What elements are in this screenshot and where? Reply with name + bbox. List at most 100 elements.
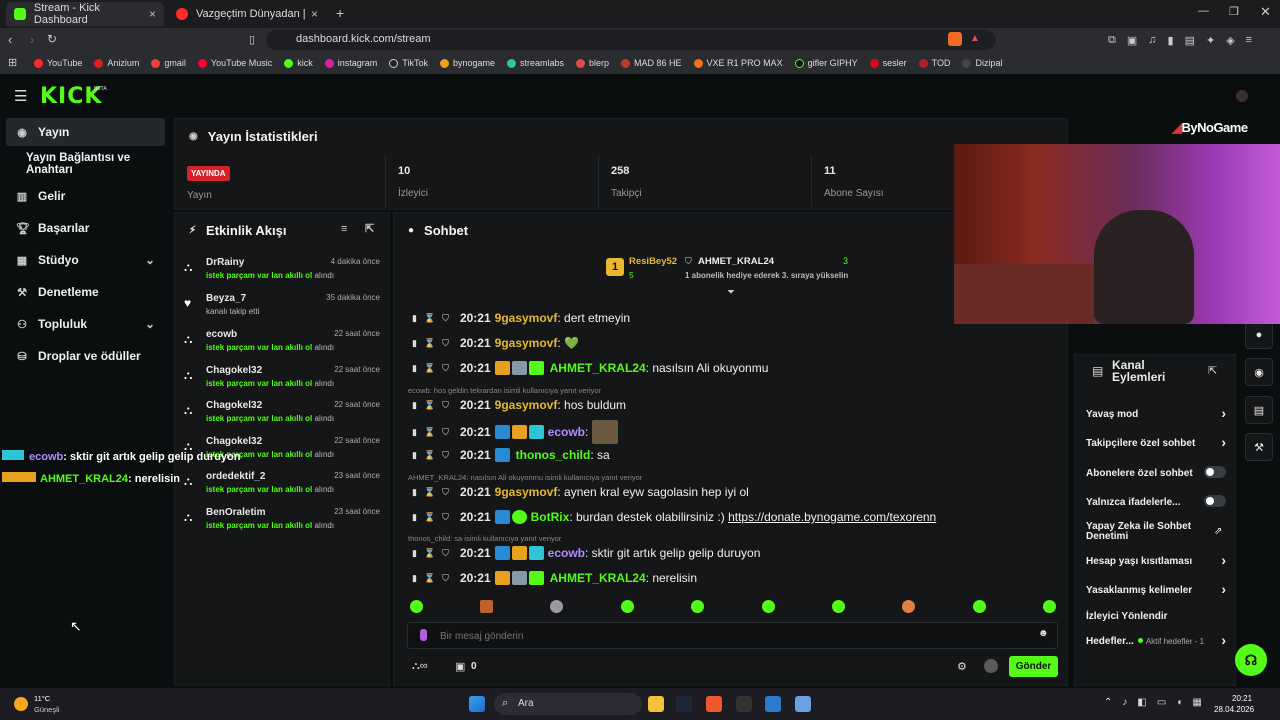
clock-time[interactable]: 20:21 bbox=[1232, 694, 1252, 703]
brave-browser-icon[interactable] bbox=[706, 696, 722, 712]
extension-icon[interactable]: ⧉ bbox=[1108, 34, 1116, 47]
app-icon[interactable] bbox=[795, 696, 811, 712]
reply-context[interactable]: thonos_child: sa isimli kullanıcıya yanı… bbox=[408, 534, 561, 543]
taskbar-search[interactable]: ⌕ Ara bbox=[494, 693, 642, 715]
action-slow-mode[interactable]: Yavaş mod › bbox=[1086, 405, 1226, 421]
store-app-icon[interactable] bbox=[765, 696, 781, 712]
sidebar-item-studyo[interactable]: ▦ Stüdyo ⌄ bbox=[6, 246, 165, 274]
bookmark-item[interactable]: streamlabs bbox=[507, 58, 564, 68]
support-headset-button[interactable]: ☊ bbox=[1235, 644, 1267, 676]
tab-youtube[interactable]: Vazgeçtim Dünyadan | YouTube M × bbox=[168, 2, 326, 26]
file-explorer-icon[interactable] bbox=[648, 696, 664, 712]
emote-icon[interactable] bbox=[691, 600, 704, 613]
trash-icon[interactable]: ▮ bbox=[412, 450, 417, 461]
subscribers-only-toggle[interactable] bbox=[1204, 466, 1226, 478]
tab-kick-dashboard[interactable]: Stream - Kick Dashboard × bbox=[6, 2, 164, 26]
trash-icon[interactable]: ▮ bbox=[412, 338, 417, 349]
emote-icon[interactable] bbox=[902, 600, 915, 613]
action-account-age[interactable]: Hesap yaşı kısıtlaması › bbox=[1086, 552, 1226, 568]
minimize-icon[interactable]: — bbox=[1198, 5, 1209, 17]
weather-desc[interactable]: Güneşli bbox=[34, 705, 59, 714]
settings-gear-icon[interactable]: ⚙ bbox=[957, 660, 967, 673]
close-tab-icon[interactable]: × bbox=[311, 7, 318, 21]
sidebar-item-denetleme[interactable]: ⚒ Denetleme bbox=[6, 278, 165, 306]
sidebar-item-stream-key[interactable]: Yayın Bağlantısı ve Anahtarı bbox=[6, 150, 174, 178]
emote-icon[interactable] bbox=[1043, 600, 1056, 613]
activity-user[interactable]: Chagokel32 bbox=[206, 436, 262, 447]
emote-icon[interactable] bbox=[762, 600, 775, 613]
bookmark-item[interactable]: bynogame bbox=[439, 58, 495, 68]
action-banned-words[interactable]: Yasaklanmış kelimeler › bbox=[1086, 581, 1226, 597]
bookmark-item[interactable]: gifler GIPHY bbox=[794, 58, 858, 68]
second-gifter-name[interactable]: AHMET_KRAL24 bbox=[698, 256, 774, 267]
reply-context[interactable]: ecowb: hos geldin tekrardan isimli kulla… bbox=[408, 386, 601, 395]
send-button[interactable]: Gönder bbox=[1009, 656, 1058, 677]
external-link-icon[interactable]: ⇗ bbox=[1214, 526, 1222, 537]
timeout-icon[interactable]: ⌛ bbox=[424, 548, 435, 559]
timeout-icon[interactable]: ⌛ bbox=[424, 400, 435, 411]
bookmark-item[interactable]: blerp bbox=[576, 58, 609, 68]
volume-icon[interactable]: ◖ bbox=[1176, 697, 1182, 708]
trash-icon[interactable]: ▮ bbox=[412, 573, 417, 584]
community-icon[interactable]: ⛬∞ bbox=[412, 660, 428, 673]
donate-link[interactable]: https://donate.bynogame.com/texorenn bbox=[728, 510, 936, 524]
filter-icon[interactable]: ≡ bbox=[341, 223, 347, 235]
ban-icon[interactable]: ⛉ bbox=[442, 363, 449, 374]
ban-icon[interactable]: ⛉ bbox=[442, 573, 449, 584]
menu-icon[interactable]: ≡ bbox=[1246, 34, 1252, 47]
emote-icon[interactable] bbox=[550, 600, 563, 613]
sidebar-item-topluluk[interactable]: ⚇ Topluluk ⌄ bbox=[6, 310, 165, 338]
emote-icon[interactable] bbox=[410, 600, 423, 613]
close-window-icon[interactable]: ✕ bbox=[1260, 4, 1271, 20]
sidebar-item-gelir[interactable]: ▥ Gelir bbox=[6, 182, 165, 210]
bookmark-item[interactable]: Anizium bbox=[94, 58, 139, 68]
reply-context[interactable]: AHMET_KRAL24: nasılsın Ali okuyonmu isim… bbox=[408, 473, 642, 482]
trash-icon[interactable]: ▮ bbox=[412, 363, 417, 374]
bookmark-item[interactable]: gmail bbox=[151, 58, 186, 68]
message-user[interactable]: 9gasymovf bbox=[495, 336, 558, 350]
url-input[interactable]: dashboard.kick.com/stream bbox=[266, 30, 996, 50]
action-followers-only[interactable]: Takipçilere özel sohbet › bbox=[1086, 434, 1226, 450]
sidebar-item-basarilar[interactable]: 🏆︎ Başarılar bbox=[6, 214, 165, 242]
trash-icon[interactable]: ▮ bbox=[412, 512, 417, 523]
extensions-icon[interactable]: ✦ bbox=[1206, 34, 1215, 47]
extension-icon[interactable]: ▣ bbox=[1127, 34, 1137, 47]
steam-icon[interactable] bbox=[676, 696, 692, 712]
vpn-icon[interactable]: ◈ bbox=[1226, 34, 1234, 47]
message-user[interactable]: ecowb bbox=[548, 425, 585, 439]
microphone-icon[interactable] bbox=[420, 629, 427, 641]
trash-icon[interactable]: ▮ bbox=[412, 548, 417, 559]
activity-user[interactable]: ordedektif_2 bbox=[206, 471, 265, 482]
message-user[interactable]: ecowb bbox=[548, 546, 585, 560]
mic-icon[interactable]: ♪ bbox=[1122, 697, 1127, 708]
ban-icon[interactable]: ⛉ bbox=[442, 548, 449, 559]
ban-icon[interactable]: ⛉ bbox=[442, 450, 449, 461]
message-user[interactable]: BotRix bbox=[531, 510, 570, 524]
message-user[interactable]: 9gasymovf bbox=[495, 398, 558, 412]
bookmark-item[interactable]: VXE R1 PRO MAX bbox=[693, 58, 783, 68]
bookmark-icon[interactable]: ▯ bbox=[249, 33, 255, 46]
activity-user[interactable]: DrRainy bbox=[206, 257, 244, 268]
popout-icon[interactable]: ⇱ bbox=[365, 222, 374, 235]
activity-user[interactable]: Beyza_7 bbox=[206, 293, 246, 304]
emote-icon[interactable] bbox=[832, 600, 845, 613]
chat-input[interactable] bbox=[440, 627, 1020, 645]
activity-user[interactable]: BenOraletim bbox=[206, 507, 265, 518]
hamburger-menu-icon[interactable]: ☰ bbox=[14, 87, 27, 105]
action-ai-moderation[interactable]: Yapay Zeka ile Sohbet Denetimi bbox=[1086, 522, 1198, 542]
brave-rewards-icon[interactable]: ▲ bbox=[970, 33, 980, 44]
ban-icon[interactable]: ⛉ bbox=[442, 338, 449, 349]
timeout-icon[interactable]: ⌛ bbox=[424, 427, 435, 438]
collapse-pin-icon[interactable]: ⏷ bbox=[727, 287, 735, 298]
bookmark-item[interactable]: Dizipal bbox=[962, 58, 1002, 68]
timeout-icon[interactable]: ⌛ bbox=[424, 512, 435, 523]
new-tab-button[interactable]: + bbox=[336, 5, 344, 21]
tray-chevron-icon[interactable]: ⌃ bbox=[1104, 697, 1112, 708]
bookmark-item[interactable]: sesler bbox=[869, 58, 907, 68]
trash-icon[interactable]: ▮ bbox=[412, 313, 417, 324]
brave-shield-icon[interactable] bbox=[948, 32, 962, 46]
timeout-icon[interactable]: ⌛ bbox=[424, 450, 435, 461]
emotes-only-toggle[interactable] bbox=[1204, 495, 1226, 507]
back-icon[interactable]: ‹ bbox=[8, 32, 12, 47]
message-user[interactable]: AHMET_KRAL24 bbox=[550, 571, 646, 585]
